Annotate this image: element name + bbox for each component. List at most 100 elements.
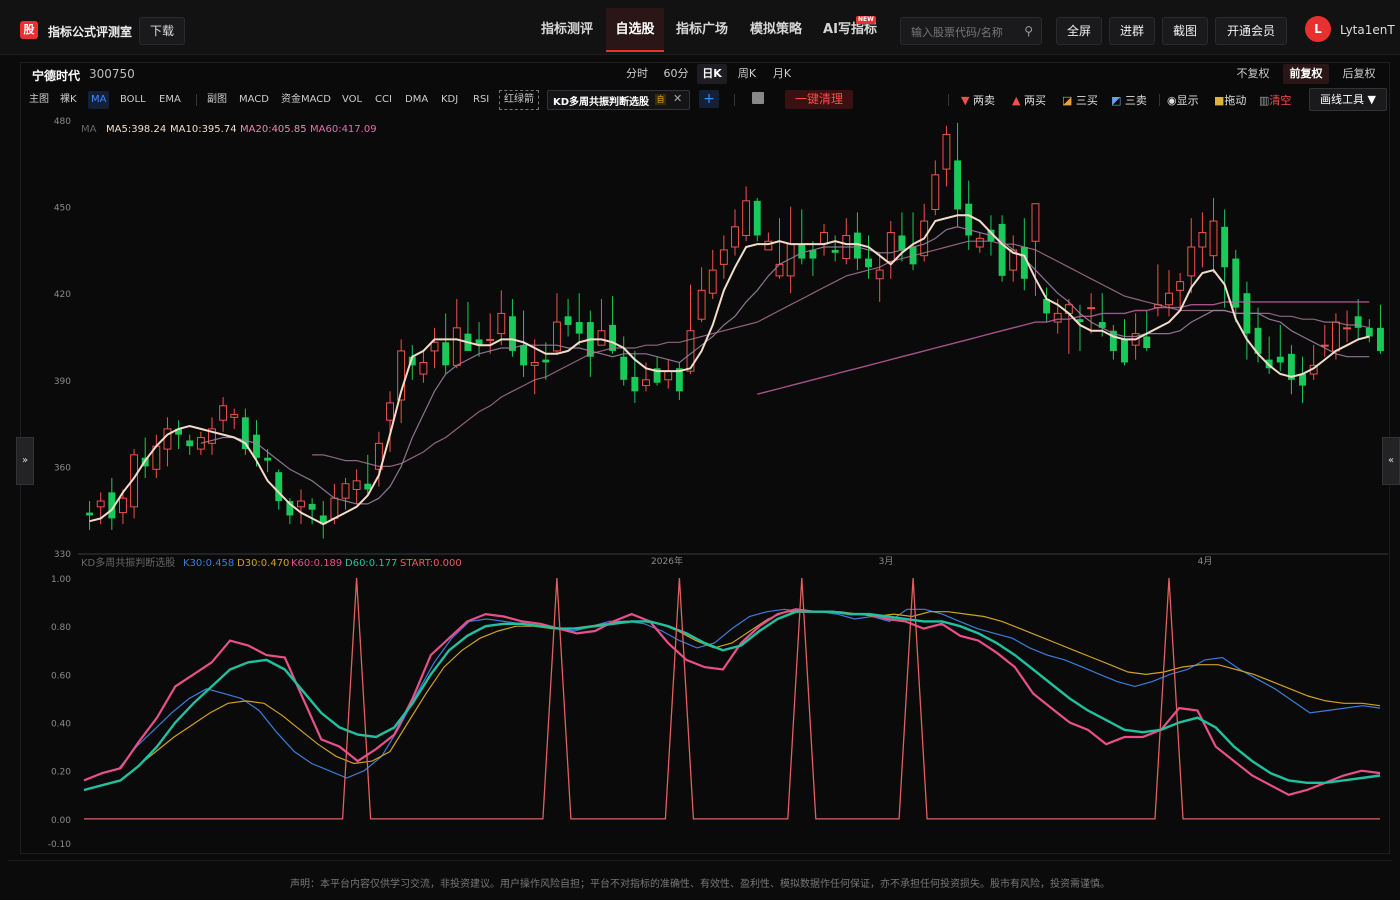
ma-legend-item: MA20:405.85 [240, 124, 307, 135]
candle-body [865, 258, 872, 268]
candle-body [386, 402, 394, 421]
candle-body [497, 312, 506, 335]
footer-divider [8, 860, 1392, 861]
x-axis-tick-label: 4月 [1198, 556, 1213, 567]
candle-body [1087, 307, 1096, 310]
candle-body [275, 472, 283, 502]
kd-legend-item: K30:0.458 [183, 558, 234, 569]
candle-body [753, 200, 761, 236]
candle-body [609, 324, 617, 351]
candle-body [898, 235, 906, 250]
y-axis-tick-label: 390 [54, 377, 71, 387]
sub-y-axis-tick-label: 0.00 [51, 816, 71, 826]
candle-body [875, 269, 884, 280]
candle-body [697, 289, 706, 320]
candle-body [297, 500, 305, 508]
kd-d60-line [83, 610, 1381, 792]
candle-body [831, 249, 839, 253]
candle-body [820, 232, 828, 245]
ma-legend-item: MA10:395.74 [170, 124, 237, 135]
candle-body [597, 330, 606, 346]
candle-body [520, 345, 528, 366]
candle-body [642, 379, 650, 387]
candle-body [1053, 312, 1062, 323]
candle-body [942, 133, 951, 170]
kd-legend-title: KD多周共振判断选股 [81, 556, 175, 569]
candle-body [230, 413, 239, 418]
candle-body [219, 405, 228, 421]
candle-body [886, 232, 895, 262]
candle-body [86, 512, 94, 516]
ma-legend-item: MA60:417.09 [310, 124, 377, 135]
candle-body [163, 428, 172, 450]
candle-body [1376, 327, 1384, 351]
candle-body [708, 269, 717, 294]
y-axis-tick-label: 450 [54, 204, 71, 214]
disclaimer: 声明：本平台内容仅供学习交流，非投资建议。用户操作风险自担；平台不对指标的准确性… [290, 879, 1110, 890]
candle-body [552, 321, 561, 352]
candle-body [998, 223, 1006, 276]
sub-y-axis-tick-label: 0.60 [51, 671, 71, 681]
sub-y-axis-tick-label: 0.80 [51, 623, 71, 633]
x-axis-tick-label: 2026年 [651, 555, 683, 567]
sub-y-axis-tick-label: -0.10 [48, 840, 72, 850]
candle-body [330, 497, 339, 519]
kd-legend-item: D30:0.470 [237, 558, 289, 569]
candle-body [308, 503, 316, 510]
candle-body [530, 361, 539, 366]
candle-body [419, 361, 428, 375]
candle-body [631, 376, 639, 392]
y-axis-tick-label: 330 [54, 550, 71, 560]
kd-d30-line [83, 611, 1381, 791]
candle-body [1299, 374, 1306, 386]
candle-body [442, 342, 450, 366]
candle-body [352, 480, 361, 490]
candle-body [1121, 339, 1128, 363]
kd-k60-line [83, 608, 1381, 796]
candle-body [931, 174, 940, 210]
y-axis-tick-label: 360 [54, 463, 71, 473]
candle-body [1143, 336, 1151, 349]
candle-body [96, 500, 105, 508]
candle-body [954, 160, 962, 210]
candle-body [742, 200, 751, 236]
candle-body [341, 483, 350, 499]
candle-body [1365, 327, 1373, 337]
candle-body [1031, 203, 1040, 242]
candle-body [1331, 321, 1340, 352]
candle-body [1187, 246, 1196, 277]
candle-body [1343, 327, 1352, 330]
candle-body [575, 322, 583, 334]
ma-legend-item: MA5:398.24 [106, 124, 166, 135]
candle-body [719, 249, 728, 265]
candle-body [1198, 232, 1207, 248]
candle-body [486, 338, 495, 341]
sub-y-axis-tick-label: 0.20 [51, 768, 71, 778]
candle-body [975, 237, 984, 248]
candle-body [1221, 226, 1229, 268]
sub-y-axis-tick-label: 0.40 [51, 720, 71, 730]
candle-body [564, 316, 572, 325]
y-axis-tick-label: 420 [54, 290, 71, 300]
kd-legend-item: START:0.000 [400, 558, 462, 569]
kd-legend-item: D60:0.177 [345, 558, 397, 569]
candle-body [1320, 344, 1329, 347]
candle-body [452, 327, 461, 366]
candle-body [1209, 220, 1218, 257]
candle-body [430, 341, 439, 352]
kline-chart[interactable]: 480 450 420 390 360 330 2026年 3月 4月 MA MA5:398.24 M… [0, 0, 1400, 900]
ma20-line [312, 240, 1370, 467]
candle-body [620, 356, 628, 380]
candle-body [508, 316, 516, 351]
candle-body [253, 434, 260, 458]
candle-body [118, 497, 127, 514]
candle-body [186, 440, 194, 447]
ma-legend-prefix: MA [81, 124, 97, 135]
x-axis-tick-label: 3月 [879, 556, 894, 567]
candle-body [1165, 292, 1173, 306]
kd-legend-item: K60:0.189 [291, 558, 342, 569]
candle-body [809, 249, 817, 259]
sub-y-axis-tick-label: 1.00 [51, 575, 71, 585]
kd-start-line [83, 577, 1381, 820]
candle-body [1176, 281, 1185, 291]
